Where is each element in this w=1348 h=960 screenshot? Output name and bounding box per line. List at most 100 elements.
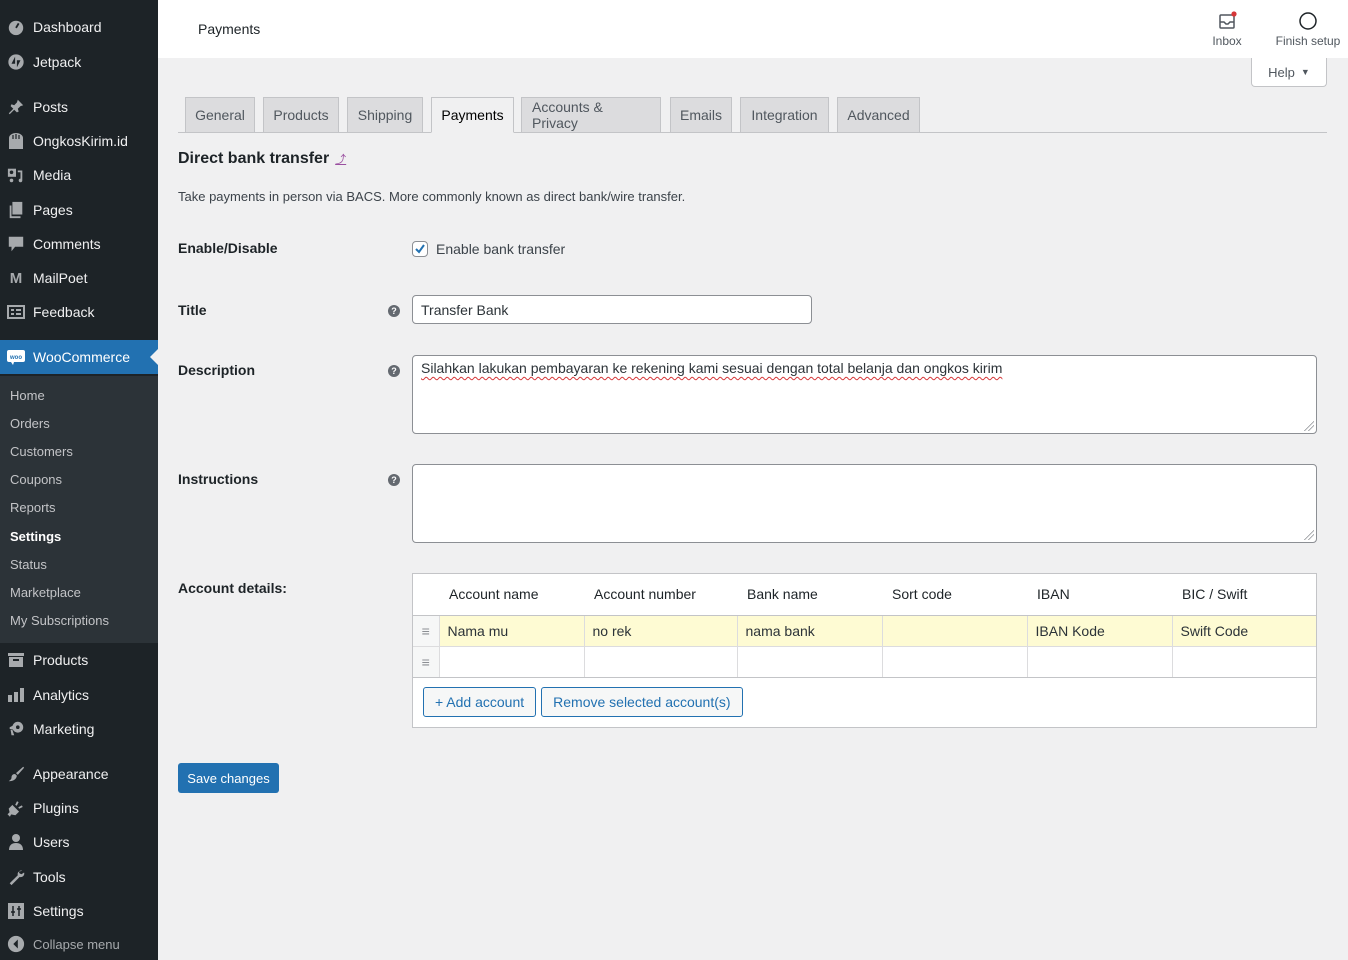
megaphone-icon — [0, 720, 33, 738]
column-header: Bank name — [737, 574, 882, 616]
tab-emails[interactable]: Emails — [670, 97, 732, 133]
title-input[interactable] — [412, 295, 812, 324]
account-number-cell[interactable] — [584, 646, 738, 678]
bar-chart-icon — [0, 687, 33, 703]
sidebar-item-media[interactable]: Media — [0, 158, 158, 192]
sidebar-item-users[interactable]: Users — [0, 825, 158, 859]
help-button[interactable]: Help ▼ — [1251, 58, 1327, 87]
sidebar-item-comments[interactable]: Comments — [0, 227, 158, 261]
tab-payments[interactable]: Payments — [431, 97, 514, 133]
sidebar-item-settings[interactable]: Settings — [0, 894, 158, 928]
column-header: IBAN — [1027, 574, 1172, 616]
resize-handle[interactable] — [1304, 421, 1314, 431]
submenu-customers[interactable]: Customers — [10, 444, 73, 459]
help-tip-icon[interactable]: ? — [388, 365, 400, 377]
sidebar-item-mailpoet[interactable]: M MailPoet — [0, 261, 158, 295]
sidebar-item-products[interactable]: Products — [0, 643, 158, 677]
sidebar-item-ongkoskirim[interactable]: OngkosKirim.id — [0, 124, 158, 158]
sort-code-cell[interactable] — [882, 615, 1028, 647]
sidebar-item-appearance[interactable]: Appearance — [0, 757, 158, 791]
enable-bank-transfer-checkbox[interactable]: Enable bank transfer — [412, 241, 565, 257]
tab-accounts-privacy[interactable]: Accounts & Privacy — [521, 97, 661, 133]
bank-name-cell[interactable]: nama bank — [737, 615, 883, 647]
inbox-icon — [1206, 10, 1248, 32]
sidebar-item-analytics[interactable]: Analytics — [0, 678, 158, 712]
sidebar-item-woocommerce[interactable]: woo WooCommerce — [0, 340, 158, 374]
table-row[interactable]: ≡ — [413, 646, 1316, 678]
admin-sidebar: Dashboard Jetpack Posts OngkosKirim.id M… — [0, 0, 158, 960]
dashboard-icon — [0, 18, 33, 36]
feedback-icon — [0, 304, 33, 320]
sidebar-item-pages[interactable]: Pages — [0, 193, 158, 227]
sidebar-item-posts[interactable]: Posts — [0, 90, 158, 124]
woocommerce-submenu: Home Orders Customers Coupons Reports Se… — [0, 376, 158, 643]
bic-swift-cell[interactable] — [1172, 646, 1316, 678]
svg-text:woo: woo — [9, 355, 22, 361]
pages-icon — [0, 201, 33, 219]
table-header: Account name Account number Bank name So… — [413, 574, 1316, 616]
tab-advanced[interactable]: Advanced — [837, 97, 920, 133]
settings-tabs: General Products Shipping Payments Accou… — [178, 97, 1327, 133]
sidebar-item-dashboard[interactable]: Dashboard — [0, 10, 158, 44]
submenu-marketplace[interactable]: Marketplace — [10, 585, 81, 600]
collapse-menu-button[interactable]: Collapse menu — [0, 927, 158, 960]
drag-handle-icon[interactable]: ≡ — [413, 646, 440, 678]
woocommerce-header: Payments Inbox Finish setup — [158, 0, 1348, 58]
help-tip-icon[interactable]: ? — [388, 305, 400, 317]
save-changes-button[interactable]: Save changes — [178, 763, 279, 793]
iban-cell[interactable]: IBAN Kode — [1027, 615, 1173, 647]
submenu-status[interactable]: Status — [10, 557, 47, 572]
iban-cell[interactable] — [1027, 646, 1173, 678]
title-label: Title — [178, 302, 207, 318]
tab-products[interactable]: Products — [263, 97, 339, 133]
section-description: Take payments in person via BACS. More c… — [178, 189, 686, 204]
sidebar-item-jetpack[interactable]: Jetpack — [0, 45, 158, 79]
progress-circle-icon — [1270, 10, 1346, 32]
submenu-settings[interactable]: Settings — [10, 529, 61, 544]
submenu-reports[interactable]: Reports — [10, 500, 56, 515]
collapse-icon — [0, 935, 33, 953]
sidebar-item-plugins[interactable]: Plugins — [0, 791, 158, 825]
sidebar-item-feedback[interactable]: Feedback — [0, 295, 158, 329]
description-textarea[interactable]: Silahkan lakukan pembayaran ke rekening … — [412, 355, 1317, 434]
tab-integration[interactable]: Integration — [740, 97, 829, 133]
help-tip-icon[interactable]: ? — [388, 474, 400, 486]
pin-icon — [0, 98, 33, 116]
caret-down-icon: ▼ — [1300, 67, 1310, 77]
back-to-payments-link[interactable]: ⤴ — [335, 154, 346, 166]
sidebar-item-marketing[interactable]: Marketing — [0, 712, 158, 746]
sort-code-cell[interactable] — [882, 646, 1028, 678]
tab-general[interactable]: General — [185, 97, 255, 133]
bank-name-cell[interactable] — [737, 646, 883, 678]
submenu-my-subscriptions[interactable]: My Subscriptions — [10, 613, 109, 628]
bic-swift-cell[interactable]: Swift Code — [1172, 615, 1316, 647]
submenu-coupons[interactable]: Coupons — [10, 472, 62, 487]
inbox-button[interactable]: Inbox — [1206, 10, 1248, 48]
drag-handle-icon[interactable]: ≡ — [413, 615, 440, 647]
instructions-label: Instructions — [178, 471, 259, 487]
submenu-home[interactable]: Home — [10, 388, 45, 403]
checkbox[interactable] — [412, 241, 428, 257]
account-number-cell[interactable]: no rek — [584, 615, 738, 647]
sidebar-item-tools[interactable]: Tools — [0, 860, 158, 894]
finish-setup-button[interactable]: Finish setup — [1270, 10, 1346, 48]
submenu-orders[interactable]: Orders — [10, 416, 50, 431]
table-row[interactable]: ≡ Nama mu no rek nama bank IBAN Kode Swi… — [413, 615, 1316, 647]
instructions-textarea[interactable] — [412, 464, 1317, 543]
account-name-cell[interactable] — [439, 646, 585, 678]
woo-icon: woo — [0, 349, 33, 365]
resize-handle[interactable] — [1304, 530, 1314, 540]
remove-selected-accounts-button[interactable]: Remove selected account(s) — [541, 687, 743, 717]
jetpack-icon — [0, 53, 33, 71]
settings-icon — [0, 903, 33, 919]
tab-shipping[interactable]: Shipping — [347, 97, 423, 133]
add-account-button[interactable]: + Add account — [423, 687, 537, 717]
column-header: Account number — [584, 574, 737, 616]
mailpoet-icon: M — [9, 269, 23, 287]
section-title: Direct bank transfer ⤴ — [178, 150, 347, 167]
account-name-cell[interactable]: Nama mu — [439, 615, 585, 647]
paintbrush-icon — [0, 765, 33, 783]
description-label: Description — [178, 362, 256, 378]
user-icon — [0, 833, 33, 851]
page-title: Payments — [198, 21, 261, 37]
